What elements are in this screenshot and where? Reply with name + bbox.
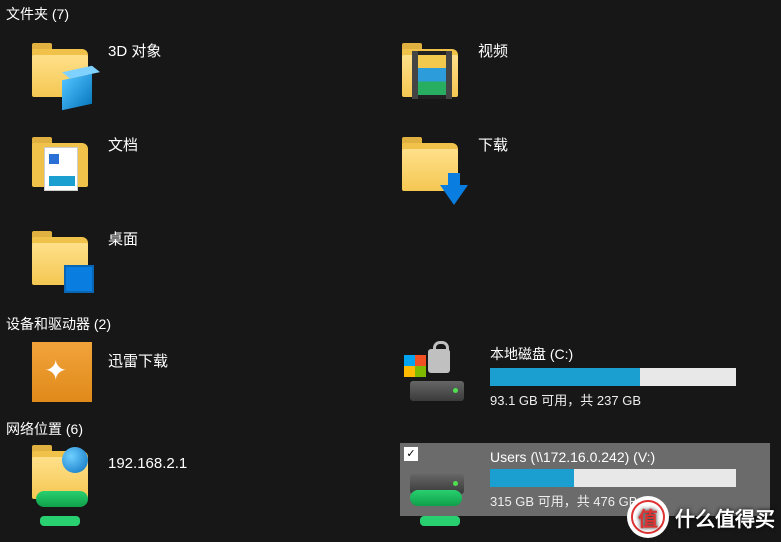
folder-videos-icon (400, 43, 464, 107)
folder-documents-icon (30, 137, 94, 201)
section-network-header[interactable]: 网络位置 (6) (0, 415, 781, 443)
drive-title: Users (\\172.16.0.242) (V:) (490, 449, 736, 465)
folder-videos[interactable]: 视频 (400, 28, 770, 122)
folder-label: 视频 (478, 40, 508, 61)
folder-label: 桌面 (108, 228, 138, 249)
drive-usage-fill (490, 469, 574, 487)
drive-usage-bar (490, 469, 736, 487)
folder-label: 文档 (108, 134, 138, 155)
folder-desktop[interactable]: 桌面 (30, 216, 400, 310)
folders-grid: 3D 对象 视频 文档 下载 桌面 (0, 28, 781, 310)
xunlei-icon: ✦ (30, 340, 94, 404)
folder-downloads[interactable]: 下载 (400, 122, 770, 216)
drive-usage-bar (490, 368, 736, 386)
network-folder-icon (30, 445, 94, 509)
drive-c-info: 本地磁盘 (C:) 93.1 GB 可用，共 237 GB (490, 344, 766, 409)
drive-c[interactable]: 本地磁盘 (C:) 93.1 GB 可用，共 237 GB (400, 338, 770, 415)
drive-title: 本地磁盘 (C:) (490, 344, 736, 364)
drive-subtext: 93.1 GB 可用，共 237 GB (490, 390, 736, 409)
folder-downloads-icon (400, 137, 464, 201)
watermark-text: 什么值得买 (675, 503, 775, 532)
folder-3d-icon (30, 43, 94, 107)
devices-grid: ✦ 迅雷下载 本地磁盘 (C:) 93.1 GB 可用，共 237 GB (0, 338, 781, 415)
watermark: 值 什么值得买 (627, 496, 775, 538)
watermark-badge-icon: 值 (627, 496, 669, 538)
drive-c-icon (404, 349, 476, 405)
network-drive-icon (404, 452, 476, 508)
drive-usage-fill (490, 368, 640, 386)
folder-3d-objects[interactable]: 3D 对象 (30, 28, 400, 122)
section-devices-header[interactable]: 设备和驱动器 (2) (0, 310, 781, 338)
network-label: 192.168.2.1 (108, 455, 187, 472)
device-xunlei[interactable]: ✦ 迅雷下载 (30, 338, 400, 406)
section-folders-header[interactable]: 文件夹 (7) (0, 0, 781, 28)
device-label: 迅雷下载 (108, 350, 168, 371)
network-location-1[interactable]: 192.168.2.1 (30, 443, 400, 511)
folder-desktop-icon (30, 231, 94, 295)
folder-label: 3D 对象 (108, 40, 161, 61)
folder-label: 下载 (478, 134, 508, 155)
folder-documents[interactable]: 文档 (30, 122, 400, 216)
